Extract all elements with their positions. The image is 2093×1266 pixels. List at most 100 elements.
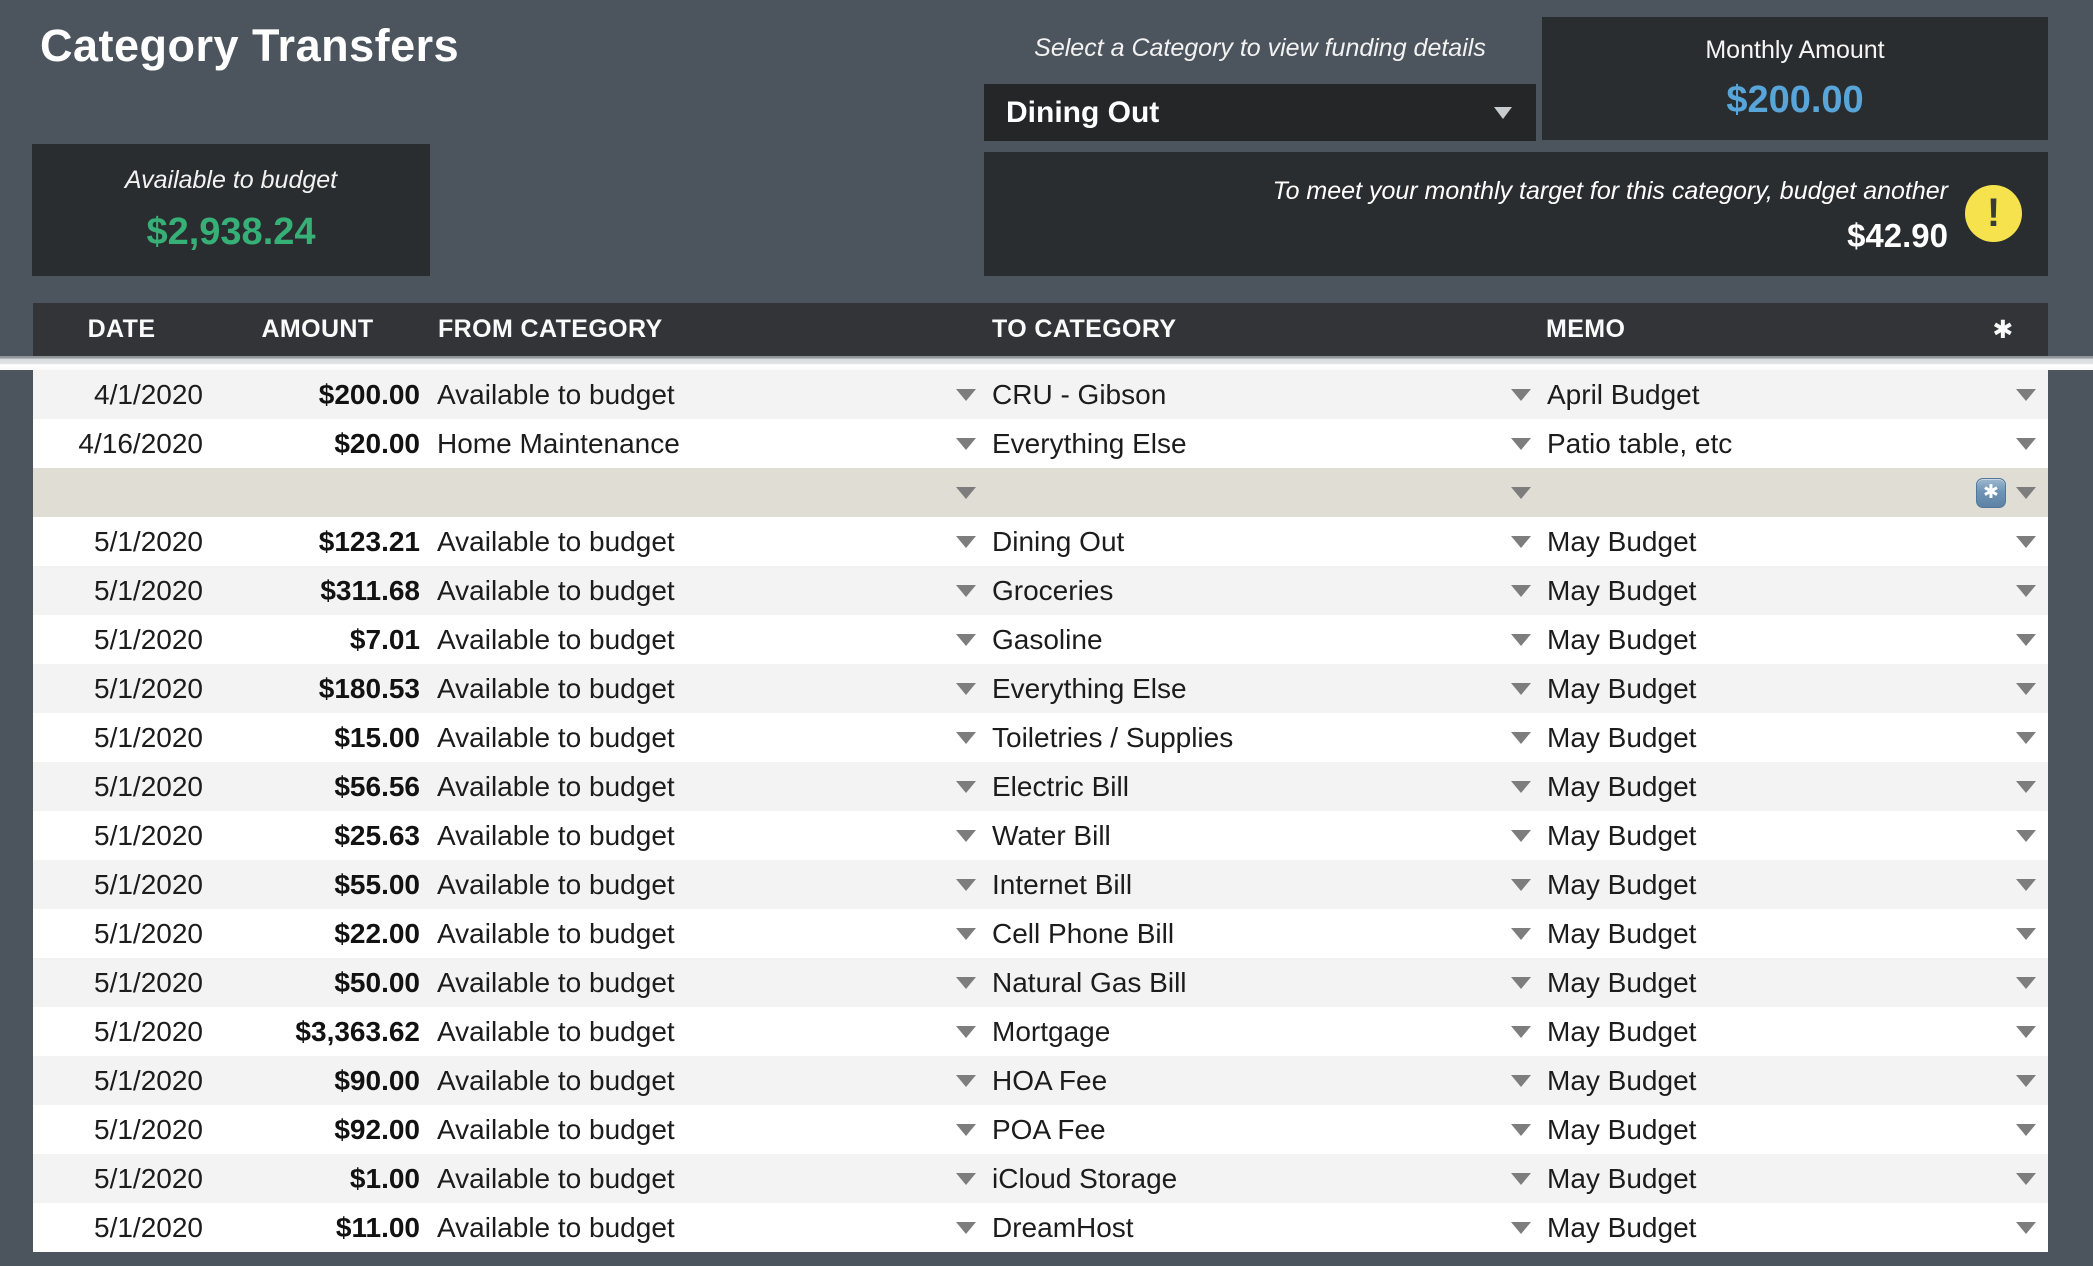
dropdown-caret-icon[interactable] <box>1511 1074 1531 1087</box>
from-category-cell[interactable]: Available to budget <box>425 860 980 909</box>
amount-cell[interactable]: $22.00 <box>210 909 425 958</box>
dropdown-caret-icon[interactable] <box>956 388 976 401</box>
amount-cell[interactable]: $200.00 <box>210 370 425 419</box>
memo-cell[interactable]: May Budget <box>1535 1154 2048 1203</box>
date-cell[interactable]: 4/16/2020 <box>33 419 210 468</box>
dropdown-caret-icon[interactable] <box>956 1123 976 1136</box>
to-category-cell[interactable]: Internet Bill <box>980 860 1535 909</box>
dropdown-caret-icon[interactable] <box>1511 829 1531 842</box>
memo-cell[interactable]: May Budget <box>1535 566 2048 615</box>
from-category-cell[interactable]: Available to budget <box>425 1203 980 1252</box>
table-row[interactable]: ✱ <box>33 468 2048 517</box>
date-cell[interactable] <box>33 468 210 517</box>
table-row[interactable]: 4/1/2020 $200.00 Available to budget CRU - … <box>33 370 2048 419</box>
dropdown-caret-icon[interactable] <box>956 1074 976 1087</box>
table-row[interactable]: 5/1/2020 $11.00 Available to budget DreamHo… <box>33 1203 2048 1252</box>
memo-cell[interactable]: May Budget <box>1535 811 2048 860</box>
amount-cell[interactable]: $15.00 <box>210 713 425 762</box>
to-category-cell[interactable]: iCloud Storage <box>980 1154 1535 1203</box>
to-category-cell[interactable]: Mortgage <box>980 1007 1535 1056</box>
dropdown-caret-icon[interactable] <box>956 1221 976 1234</box>
dropdown-caret-icon[interactable] <box>956 878 976 891</box>
table-row[interactable]: 5/1/2020 $180.53 Available to budget Everyt… <box>33 664 2048 713</box>
dropdown-caret-icon[interactable] <box>2016 486 2036 499</box>
dropdown-caret-icon[interactable] <box>1511 535 1531 548</box>
memo-cell[interactable]: May Budget <box>1535 517 2048 566</box>
to-category-cell[interactable]: Groceries <box>980 566 1535 615</box>
from-category-cell[interactable]: Available to budget <box>425 370 980 419</box>
date-cell[interactable]: 5/1/2020 <box>33 860 210 909</box>
dropdown-caret-icon[interactable] <box>2016 1074 2036 1087</box>
from-category-cell[interactable]: Available to budget <box>425 909 980 958</box>
to-category-cell[interactable]: Gasoline <box>980 615 1535 664</box>
dropdown-caret-icon[interactable] <box>956 584 976 597</box>
table-row[interactable]: 5/1/2020 $50.00 Available to budget Natural… <box>33 958 2048 1007</box>
dropdown-caret-icon[interactable] <box>956 633 976 646</box>
date-cell[interactable]: 5/1/2020 <box>33 909 210 958</box>
from-category-cell[interactable]: Available to budget <box>425 762 980 811</box>
from-category-cell[interactable]: Available to budget <box>425 615 980 664</box>
table-row[interactable]: 5/1/2020 $15.00 Available to budget Toiletr… <box>33 713 2048 762</box>
dropdown-caret-icon[interactable] <box>956 535 976 548</box>
memo-cell[interactable]: May Budget <box>1535 1007 2048 1056</box>
table-row[interactable]: 5/1/2020 $1.00 Available to budget iCloud S… <box>33 1154 2048 1203</box>
dropdown-caret-icon[interactable] <box>2016 829 2036 842</box>
dropdown-caret-icon[interactable] <box>1511 633 1531 646</box>
memo-cell[interactable]: May Budget <box>1535 615 2048 664</box>
dropdown-caret-icon[interactable] <box>1511 682 1531 695</box>
amount-cell[interactable]: $7.01 <box>210 615 425 664</box>
table-row[interactable]: 5/1/2020 $311.68 Available to budget Grocer… <box>33 566 2048 615</box>
table-row[interactable]: 5/1/2020 $123.21 Available to budget Dining… <box>33 517 2048 566</box>
from-category-cell[interactable]: Available to budget <box>425 1056 980 1105</box>
amount-cell[interactable] <box>210 468 425 517</box>
memo-cell[interactable]: May Budget <box>1535 860 2048 909</box>
table-row[interactable]: 5/1/2020 $55.00 Available to budget Interne… <box>33 860 2048 909</box>
date-cell[interactable]: 4/1/2020 <box>33 370 210 419</box>
dropdown-caret-icon[interactable] <box>1511 1123 1531 1136</box>
amount-cell[interactable]: $55.00 <box>210 860 425 909</box>
table-row[interactable]: 5/1/2020 $90.00 Available to budget HOA Fee… <box>33 1056 2048 1105</box>
from-category-cell[interactable]: Available to budget <box>425 958 980 1007</box>
date-cell[interactable]: 5/1/2020 <box>33 762 210 811</box>
table-row[interactable]: 4/16/2020 $20.00 Home Maintenance Everythin… <box>33 419 2048 468</box>
to-category-cell[interactable]: Cell Phone Bill <box>980 909 1535 958</box>
to-category-cell[interactable]: CRU - Gibson <box>980 370 1535 419</box>
amount-cell[interactable]: $180.53 <box>210 664 425 713</box>
memo-cell[interactable]: ✱ <box>1535 468 2048 517</box>
dropdown-caret-icon[interactable] <box>1511 1172 1531 1185</box>
date-cell[interactable]: 5/1/2020 <box>33 517 210 566</box>
dropdown-caret-icon[interactable] <box>2016 731 2036 744</box>
dropdown-caret-icon[interactable] <box>2016 1172 2036 1185</box>
from-category-cell[interactable]: Available to budget <box>425 517 980 566</box>
table-row[interactable]: 5/1/2020 $56.56 Available to budget Electri… <box>33 762 2048 811</box>
dropdown-caret-icon[interactable] <box>956 682 976 695</box>
dropdown-caret-icon[interactable] <box>956 976 976 989</box>
date-cell[interactable]: 5/1/2020 <box>33 1203 210 1252</box>
amount-cell[interactable]: $11.00 <box>210 1203 425 1252</box>
dropdown-caret-icon[interactable] <box>2016 780 2036 793</box>
memo-cell[interactable]: May Budget <box>1535 713 2048 762</box>
to-category-cell[interactable]: POA Fee <box>980 1105 1535 1154</box>
amount-cell[interactable]: $92.00 <box>210 1105 425 1154</box>
amount-cell[interactable]: $20.00 <box>210 419 425 468</box>
from-category-cell[interactable]: Home Maintenance <box>425 419 980 468</box>
dropdown-caret-icon[interactable] <box>1511 731 1531 744</box>
memo-cell[interactable]: May Budget <box>1535 1203 2048 1252</box>
date-cell[interactable]: 5/1/2020 <box>33 664 210 713</box>
to-category-cell[interactable]: Electric Bill <box>980 762 1535 811</box>
dropdown-caret-icon[interactable] <box>956 437 976 450</box>
memo-cell[interactable]: May Budget <box>1535 762 2048 811</box>
from-category-cell[interactable]: Available to budget <box>425 1105 980 1154</box>
amount-cell[interactable]: $56.56 <box>210 762 425 811</box>
dropdown-caret-icon[interactable] <box>956 1172 976 1185</box>
dropdown-caret-icon[interactable] <box>2016 682 2036 695</box>
dropdown-caret-icon[interactable] <box>1511 1025 1531 1038</box>
to-category-cell[interactable]: DreamHost <box>980 1203 1535 1252</box>
dropdown-caret-icon[interactable] <box>2016 1025 2036 1038</box>
dropdown-caret-icon[interactable] <box>1511 486 1531 499</box>
table-row[interactable]: 5/1/2020 $7.01 Available to budget Gasoline… <box>33 615 2048 664</box>
from-category-cell[interactable]: Available to budget <box>425 566 980 615</box>
dropdown-caret-icon[interactable] <box>956 486 976 499</box>
dropdown-caret-icon[interactable] <box>956 1025 976 1038</box>
to-category-cell[interactable]: Toiletries / Supplies <box>980 713 1535 762</box>
